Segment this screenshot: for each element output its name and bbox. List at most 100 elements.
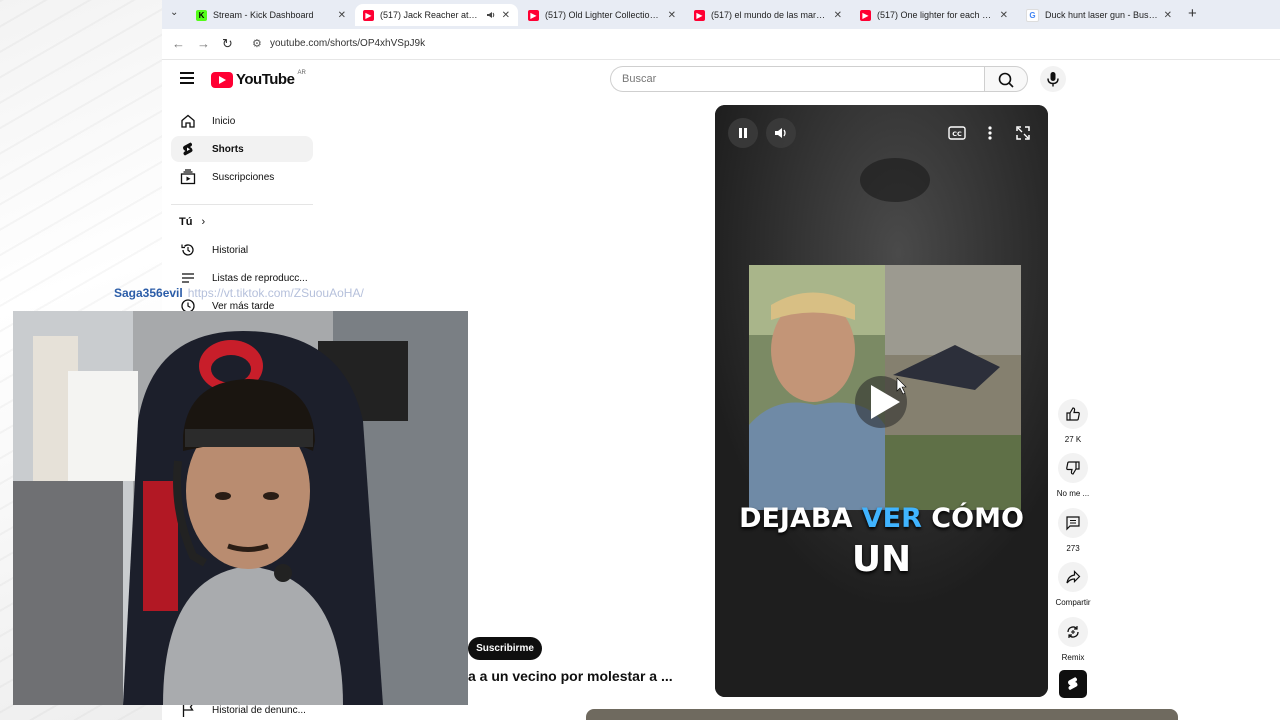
sidebar-item-historial[interactable]: Historial xyxy=(171,237,313,263)
chat-link: https://vt.tiktok.com/ZSuouAoHA/ xyxy=(187,286,364,300)
youtube-icon: ▶ xyxy=(528,9,539,21)
youtube-icon: ▶ xyxy=(363,9,374,21)
home-icon xyxy=(181,114,195,128)
sidebar-divider xyxy=(171,204,313,205)
browser-tab[interactable]: ▶ (517) Old Lighter Collection, a ✕ xyxy=(520,4,684,26)
search-input[interactable]: Buscar xyxy=(610,66,984,92)
tab-audio-icon[interactable] xyxy=(486,10,496,20)
search-icon xyxy=(998,72,1014,88)
close-tab-icon[interactable]: ✕ xyxy=(1000,10,1008,21)
google-icon: G xyxy=(1026,8,1039,22)
address-bar: ← → ↻ ⚙ youtube.com/shorts/OP4xhVSpJ9k xyxy=(162,29,1280,60)
shorts-logo-icon xyxy=(1068,677,1078,690)
like-count: 27 K xyxy=(1064,435,1082,444)
browser-tab[interactable]: G Duck hunt laser gun - Buscar co ✕ xyxy=(1018,4,1180,26)
remix-action[interactable]: Remix xyxy=(1058,617,1088,662)
site-info-icon[interactable]: ⚙ xyxy=(252,37,262,50)
fullscreen-button[interactable] xyxy=(1014,124,1032,142)
forward-icon[interactable]: → xyxy=(197,36,210,51)
shorts-icon xyxy=(183,142,193,156)
tab-search-icon[interactable]: ⌄ xyxy=(170,7,178,18)
svg-text:CC: CC xyxy=(952,130,962,138)
more-options-button[interactable] xyxy=(981,124,999,142)
video-caption-line1: DEJABA VER CÓMO xyxy=(715,503,1048,534)
close-tab-icon[interactable]: ✕ xyxy=(1164,10,1172,21)
volume-button[interactable] xyxy=(766,118,796,148)
dislike-label: No me ... xyxy=(1056,489,1090,498)
sidebar-item-label: Shorts xyxy=(212,143,244,155)
caption-highlight-word: VER xyxy=(861,503,922,534)
caption-word: CÓMO xyxy=(921,503,1024,534)
remix-button[interactable] xyxy=(1058,617,1088,647)
tab-title: (517) One lighter for each mon xyxy=(877,10,994,20)
more-vertical-icon xyxy=(988,126,992,140)
sidebar-item-label: Ver más tarde xyxy=(212,300,275,312)
short-player[interactable]: CC DEJABA VER CÓMO UN xyxy=(715,105,1048,697)
closed-captions-icon: CC xyxy=(948,126,966,140)
video-title[interactable]: a a un vecino por molestar a ... xyxy=(468,668,673,684)
new-tab-icon[interactable]: + xyxy=(1188,5,1197,22)
like-button[interactable] xyxy=(1058,399,1088,429)
close-tab-icon[interactable]: ✕ xyxy=(502,10,510,21)
youtube-logo[interactable]: YouTube AR xyxy=(211,70,306,88)
dislike-button[interactable] xyxy=(1058,453,1088,483)
back-icon[interactable]: ← xyxy=(172,36,185,51)
sidebar-item-suscripciones[interactable]: Suscripciones xyxy=(171,164,313,190)
comments-action[interactable]: 273 xyxy=(1058,508,1088,553)
kick-icon: K xyxy=(196,9,207,21)
search-placeholder: Buscar xyxy=(622,73,657,85)
close-tab-icon[interactable]: ✕ xyxy=(834,10,842,21)
history-icon xyxy=(181,244,194,256)
chat-message: Saga356evil https://vt.tiktok.com/ZSuouAo… xyxy=(114,286,364,300)
microphone-icon xyxy=(1047,72,1059,87)
tab-title: Stream - Kick Dashboard xyxy=(213,10,314,20)
browser-tab[interactable]: K Stream - Kick Dashboard ✕ xyxy=(188,4,354,26)
reload-icon[interactable]: ↻ xyxy=(222,36,233,52)
comment-icon xyxy=(1066,516,1080,531)
sidebar-item-label: Inicio xyxy=(212,115,236,127)
browser-tab[interactable]: ▶ (517) el mundo de las maravillas ✕ xyxy=(686,4,850,26)
chat-username: Saga356evil xyxy=(114,286,183,300)
video-caption-line2: UN xyxy=(851,539,912,580)
audio-source-action[interactable] xyxy=(1058,670,1088,698)
caption-word: DEJABA xyxy=(739,503,862,534)
search-button[interactable] xyxy=(984,66,1028,92)
like-action[interactable]: 27 K xyxy=(1058,399,1088,444)
pause-button[interactable] xyxy=(728,118,758,148)
dislike-action[interactable]: No me ... xyxy=(1057,453,1089,498)
youtube-icon: ▶ xyxy=(694,9,705,21)
share-action[interactable]: Compartir xyxy=(1055,562,1091,607)
playlist-icon xyxy=(182,273,194,283)
browser-tab-active[interactable]: ▶ (517) Jack Reacher ataca a un vecino ✕ xyxy=(355,4,518,26)
close-tab-icon[interactable]: ✕ xyxy=(668,10,676,21)
comments-button[interactable] xyxy=(1058,508,1088,538)
captions-button[interactable]: CC xyxy=(946,124,968,142)
sidebar-item-label: Historial de denunc... xyxy=(212,704,306,716)
sidebar-item-label: Suscripciones xyxy=(212,171,275,183)
url-field[interactable]: youtube.com/shorts/OP4xhVSpJ9k xyxy=(270,38,425,49)
tab-title: (517) Jack Reacher ataca a un vecino xyxy=(380,10,480,20)
subscribe-button[interactable]: Suscribirme xyxy=(468,637,542,660)
next-short-thumbnail[interactable] xyxy=(586,709,1178,720)
logo-text: YouTube xyxy=(236,71,295,88)
browser-tab-strip: ⌄ K Stream - Kick Dashboard ✕ ▶ (517) Ja… xyxy=(162,0,1280,29)
sidebar-section-you[interactable]: Tú › xyxy=(179,216,205,228)
share-label: Compartir xyxy=(1055,598,1091,607)
voice-search-button[interactable] xyxy=(1040,66,1066,92)
sidebar-item-shorts[interactable]: Shorts xyxy=(171,136,313,162)
youtube-play-icon xyxy=(211,71,233,88)
close-tab-icon[interactable]: ✕ xyxy=(338,10,346,21)
browser-tab[interactable]: ▶ (517) One lighter for each mon ✕ xyxy=(852,4,1016,26)
audio-source-thumbnail[interactable] xyxy=(1059,670,1087,698)
thumbs-down-icon xyxy=(1066,461,1080,475)
tab-title: (517) el mundo de las maravillas xyxy=(711,10,828,20)
thumbs-up-icon xyxy=(1066,407,1080,421)
comments-count: 273 xyxy=(1066,544,1080,553)
expand-icon xyxy=(1016,126,1030,140)
youtube-icon: ▶ xyxy=(860,9,871,21)
sidebar-item-inicio[interactable]: Inicio xyxy=(171,108,313,134)
share-icon xyxy=(1066,570,1081,584)
share-button[interactable] xyxy=(1058,562,1088,592)
sidebar-item-label: Listas de reproducc... xyxy=(212,272,308,284)
menu-icon[interactable] xyxy=(180,72,194,84)
